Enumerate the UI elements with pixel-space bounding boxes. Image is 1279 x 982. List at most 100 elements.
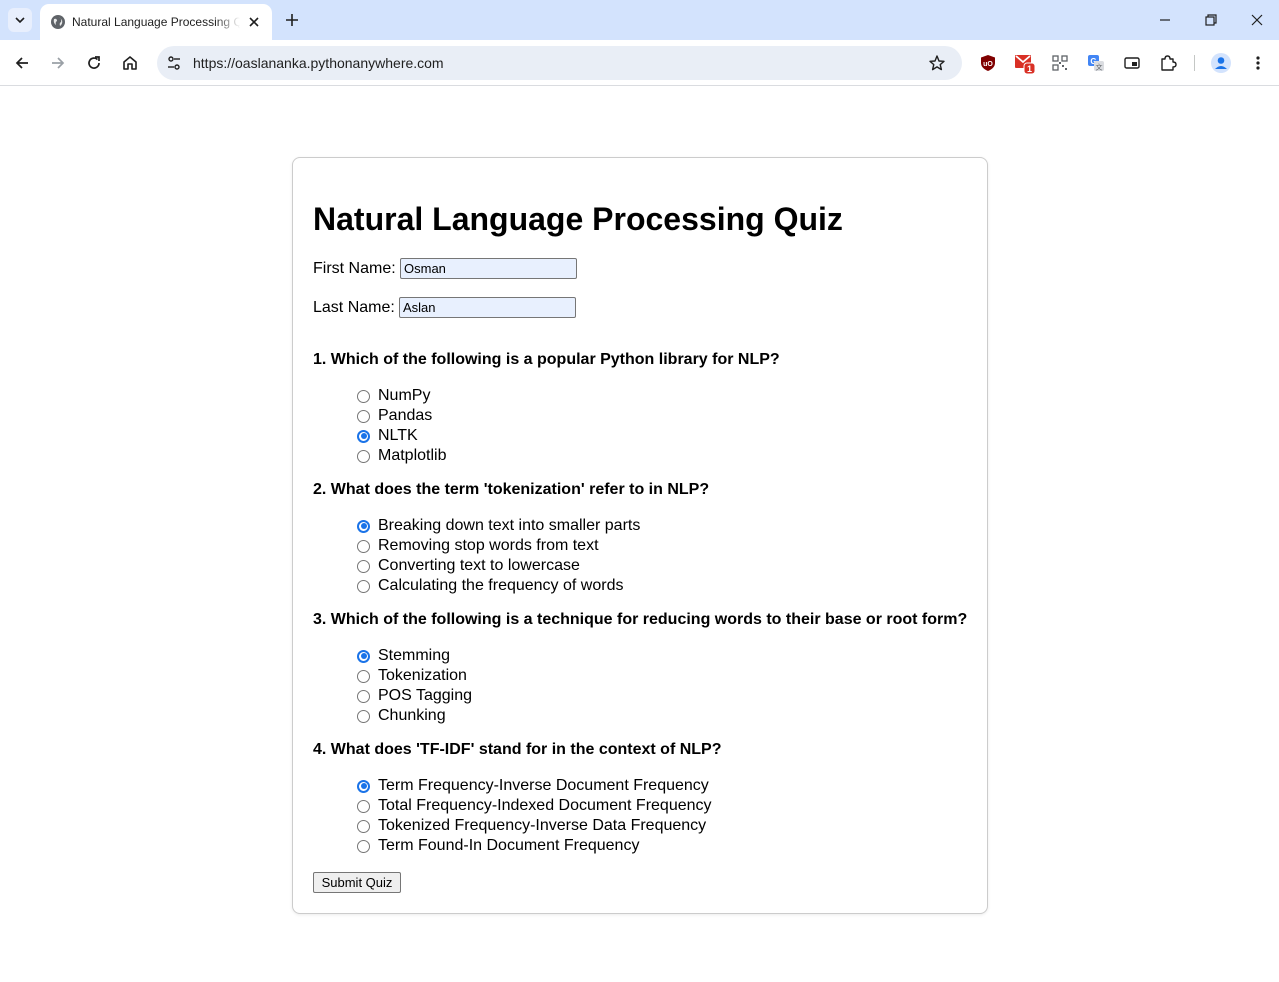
- close-window-icon[interactable]: [1247, 10, 1267, 30]
- qr-code-icon: [1052, 55, 1068, 71]
- toolbar-divider: [1194, 55, 1195, 71]
- radio-button[interactable]: [357, 539, 370, 553]
- page-title: Natural Language Processing Quiz: [313, 201, 843, 237]
- minimize-icon[interactable]: [1155, 10, 1175, 30]
- radio-button[interactable]: [357, 559, 370, 573]
- question-2-option[interactable]: Removing stop words from text: [357, 536, 599, 556]
- radio-button[interactable]: [357, 689, 370, 703]
- ublock-extension-button[interactable]: uO: [977, 52, 999, 74]
- question-1-option[interactable]: NumPy: [357, 386, 430, 406]
- option-label: Chunking: [378, 707, 446, 724]
- radio-button[interactable]: [357, 799, 370, 813]
- radio-button[interactable]: [357, 709, 370, 723]
- question-1-option[interactable]: NLTK: [357, 426, 418, 446]
- option-label: Total Frequency-Indexed Document Frequen…: [378, 797, 712, 814]
- radio-button[interactable]: [357, 649, 370, 663]
- question-4-option[interactable]: Tokenized Frequency-Inverse Data Frequen…: [357, 816, 706, 836]
- extensions-button[interactable]: [1157, 52, 1179, 74]
- question-3-option[interactable]: Stemming: [357, 646, 450, 666]
- question-4-text: 4. What does 'TF-IDF' stand for in the c…: [313, 741, 722, 758]
- question-2-option[interactable]: Breaking down text into smaller parts: [357, 516, 640, 536]
- tab-search-button[interactable]: [8, 8, 32, 32]
- home-icon: [123, 56, 137, 70]
- option-label: Converting text to lowercase: [378, 557, 580, 574]
- option-label: Stemming: [378, 647, 451, 664]
- close-tab-icon[interactable]: [246, 14, 262, 30]
- translate-icon: G文: [1088, 55, 1104, 72]
- radio-button[interactable]: [357, 579, 370, 593]
- chevron-down-icon: [15, 17, 25, 24]
- bookmark-star-icon[interactable]: [928, 54, 946, 72]
- arrow-left-icon: [15, 57, 28, 69]
- tab-strip: Natural Language Processing Quiz: [0, 0, 1279, 40]
- menu-button[interactable]: [1247, 52, 1269, 74]
- first-name-input[interactable]: [400, 258, 577, 279]
- question-1-option[interactable]: Pandas: [357, 406, 432, 426]
- picture-in-picture-icon: [1124, 57, 1140, 69]
- question-4-option[interactable]: Term Found-In Document Frequency: [357, 836, 639, 856]
- new-tab-icon[interactable]: [282, 10, 302, 30]
- radio-button[interactable]: [357, 839, 370, 853]
- gmail-badge-count: 1: [1027, 64, 1032, 74]
- question-1-option[interactable]: Matplotlib: [357, 446, 446, 466]
- question-1-text: 1. Which of the following is a popular P…: [313, 351, 780, 368]
- gmail-extension-button[interactable]: 1: [1014, 52, 1036, 74]
- tab-title: Natural Language Processing Quiz: [72, 15, 240, 29]
- question-2-option[interactable]: Converting text to lowercase: [357, 556, 580, 576]
- radio-button[interactable]: [357, 409, 370, 423]
- first-name-label: First Name:: [313, 260, 396, 277]
- browser-toolbar: https://oaslananka.pythonanywhere.com uO…: [0, 40, 1279, 86]
- translate-extension-button[interactable]: G文: [1085, 52, 1107, 74]
- radio-button[interactable]: [357, 429, 370, 443]
- question-3-text: 3. Which of the following is a technique…: [313, 611, 968, 628]
- option-label: NLTK: [378, 427, 418, 444]
- question-3-option[interactable]: Tokenization: [357, 666, 467, 686]
- question-4-option[interactable]: Term Frequency-Inverse Document Frequenc…: [357, 776, 709, 796]
- qr-extension-button[interactable]: [1049, 52, 1071, 74]
- option-label: Term Frequency-Inverse Document Frequenc…: [378, 777, 709, 794]
- globe-icon: [51, 15, 65, 29]
- reload-icon: [88, 56, 100, 69]
- profile-button[interactable]: [1210, 52, 1232, 74]
- option-label: POS Tagging: [378, 687, 472, 704]
- address-bar[interactable]: https://oaslananka.pythonanywhere.com: [157, 46, 962, 80]
- site-settings-icon[interactable]: [165, 54, 183, 72]
- option-label: Tokenization: [378, 667, 467, 684]
- option-label: Calculating the frequency of words: [378, 577, 624, 594]
- last-name-label: Last Name:: [313, 299, 395, 316]
- submit-quiz-button[interactable]: Submit Quiz: [313, 872, 401, 893]
- quiz-form: Natural Language Processing Quiz First N…: [292, 157, 988, 914]
- option-label: NumPy: [378, 387, 431, 404]
- option-label: Pandas: [378, 407, 433, 424]
- ublock-shield-icon: uO: [981, 55, 995, 71]
- option-label: Removing stop words from text: [378, 537, 599, 554]
- last-name-input[interactable]: [399, 297, 576, 318]
- option-label: Matplotlib: [378, 447, 447, 464]
- radio-button[interactable]: [357, 389, 370, 403]
- question-2-option[interactable]: Calculating the frequency of words: [357, 576, 623, 596]
- question-3-option[interactable]: POS Tagging: [357, 686, 472, 706]
- forward-button[interactable]: [46, 51, 70, 75]
- reload-button[interactable]: [82, 51, 106, 75]
- arrow-right-icon: [52, 57, 65, 69]
- option-label: Breaking down text into smaller parts: [378, 517, 641, 534]
- question-3-option[interactable]: Chunking: [357, 706, 446, 726]
- restore-icon[interactable]: [1201, 10, 1221, 30]
- back-button[interactable]: [10, 51, 34, 75]
- svg-text:文: 文: [1096, 63, 1103, 72]
- radio-button[interactable]: [357, 819, 370, 833]
- radio-button[interactable]: [357, 519, 370, 533]
- gmail-icon: 1: [1015, 55, 1036, 74]
- home-button[interactable]: [118, 51, 142, 75]
- option-label: Tokenized Frequency-Inverse Data Frequen…: [378, 817, 707, 834]
- radio-button[interactable]: [357, 449, 370, 463]
- picture-in-picture-button[interactable]: [1121, 52, 1143, 74]
- question-4-option[interactable]: Total Frequency-Indexed Document Frequen…: [357, 796, 712, 816]
- more-vertical-icon: [1256, 56, 1260, 70]
- url-text: https://oaslananka.pythonanywhere.com: [193, 55, 444, 71]
- radio-button[interactable]: [357, 779, 370, 793]
- radio-button[interactable]: [357, 669, 370, 683]
- active-tab[interactable]: Natural Language Processing Quiz: [40, 4, 272, 40]
- question-2-text: 2. What does the term 'tokenization' ref…: [313, 481, 710, 498]
- avatar-icon: [1211, 53, 1231, 73]
